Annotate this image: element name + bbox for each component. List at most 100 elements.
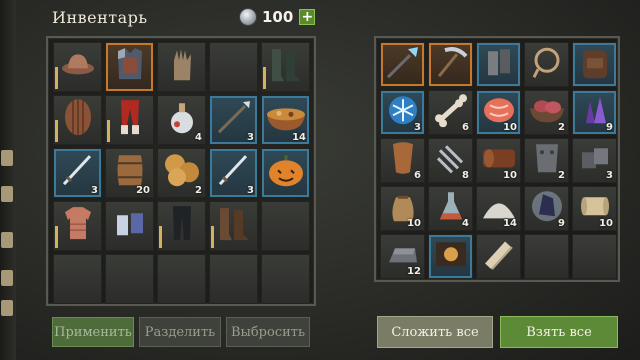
- item-quantity: 2: [558, 122, 565, 133]
- item-slot[interactable]: [524, 42, 569, 87]
- item-quantity: 3: [91, 185, 98, 196]
- item-quantity: 3: [247, 132, 254, 143]
- add-coins-button[interactable]: +: [299, 9, 316, 25]
- item-quantity: 9: [558, 218, 565, 229]
- item-slot[interactable]: 3: [209, 95, 258, 145]
- empty-slot[interactable]: [261, 201, 310, 251]
- item-quantity: 6: [462, 122, 469, 133]
- take-all-button[interactable]: Взять все: [500, 316, 618, 348]
- item-quantity: 4: [462, 218, 469, 229]
- empty-slot[interactable]: [209, 254, 258, 304]
- side-menu-bar: [0, 0, 16, 360]
- item-slot[interactable]: 9: [572, 90, 617, 135]
- item-slot[interactable]: 9: [524, 186, 569, 231]
- wooden-shield-icon: [62, 97, 94, 141]
- menu-tab-icon[interactable]: [1, 270, 13, 286]
- item-slot[interactable]: 8: [428, 138, 473, 183]
- item-slot[interactable]: 6: [428, 90, 473, 135]
- item-quantity: 2: [195, 185, 202, 196]
- item-slot[interactable]: [572, 42, 617, 87]
- item-slot[interactable]: 2: [157, 148, 206, 198]
- pumpkin-icon: [267, 153, 305, 191]
- item-slot[interactable]: 4: [157, 95, 206, 145]
- flask-icon: [436, 189, 466, 227]
- chest-armor-icon: [113, 45, 147, 87]
- item-slot[interactable]: 10: [380, 186, 425, 231]
- item-slot[interactable]: 20: [105, 148, 154, 198]
- empty-slot[interactable]: [157, 254, 206, 304]
- item-slot[interactable]: [157, 42, 206, 92]
- item-slot[interactable]: [53, 201, 102, 251]
- item-quantity: 10: [503, 170, 517, 181]
- boots-icon: [268, 45, 304, 87]
- menu-tab-icon[interactable]: [1, 150, 13, 166]
- item-slot[interactable]: [53, 95, 102, 145]
- item-quantity: 3: [247, 185, 254, 196]
- item-slot[interactable]: 10: [476, 138, 521, 183]
- dark-pants-icon: [166, 203, 198, 247]
- durability-bar: [263, 67, 266, 89]
- item-quantity: 3: [414, 122, 421, 133]
- item-slot[interactable]: [476, 234, 521, 279]
- item-slot[interactable]: 3: [53, 148, 102, 198]
- inventory-grid: 4 3 14 3 20 2 3: [53, 42, 310, 304]
- ice-spear-icon: [384, 43, 422, 85]
- leather-icon: [388, 140, 418, 180]
- item-quantity: 10: [599, 218, 613, 229]
- recipe-book-icon: [433, 238, 469, 274]
- item-slot[interactable]: 2: [524, 138, 569, 183]
- empty-slot[interactable]: [524, 234, 569, 279]
- item-slot[interactable]: 14: [476, 186, 521, 231]
- menu-tab-icon[interactable]: [1, 300, 13, 316]
- helmet-icon: [61, 50, 95, 82]
- item-slot[interactable]: [105, 95, 154, 145]
- backpack-icon: [579, 44, 611, 84]
- item-slot[interactable]: 14: [261, 95, 310, 145]
- item-slot[interactable]: [380, 42, 425, 87]
- item-slot[interactable]: [261, 148, 310, 198]
- item-slot[interactable]: [428, 42, 473, 87]
- item-quantity: 6: [414, 170, 421, 181]
- iron-plate-icon: [532, 140, 562, 180]
- item-quantity: 14: [503, 218, 517, 229]
- split-button[interactable]: Разделить: [139, 317, 221, 347]
- stack-all-button[interactable]: Сложить все: [377, 316, 493, 348]
- item-slot[interactable]: 10: [572, 186, 617, 231]
- item-slot[interactable]: [209, 201, 258, 251]
- leather-boots-icon: [216, 204, 252, 246]
- item-quantity: 9: [606, 122, 613, 133]
- menu-tab-icon[interactable]: [1, 186, 13, 202]
- item-quantity: 12: [407, 266, 421, 277]
- empty-slot[interactable]: [105, 254, 154, 304]
- rope-icon: [530, 45, 564, 83]
- item-quantity: 14: [292, 132, 306, 143]
- item-slot[interactable]: [105, 201, 154, 251]
- red-pants-icon: [114, 97, 146, 141]
- item-slot[interactable]: 10: [476, 90, 521, 135]
- loot-panel: 3 6 10 2 9 6 8 10 2 3 10 4 14 9 10 12: [374, 36, 620, 282]
- item-slot[interactable]: 3: [572, 138, 617, 183]
- item-slot[interactable]: [157, 201, 206, 251]
- menu-tab-icon[interactable]: [1, 232, 13, 248]
- inventory-title: Инвентарь: [52, 8, 148, 27]
- durability-bar: [55, 226, 58, 248]
- item-slot[interactable]: [53, 42, 102, 92]
- bandage-roll-icon: [482, 236, 516, 276]
- empty-slot[interactable]: [53, 254, 102, 304]
- bracers-icon: [482, 45, 516, 83]
- item-slot[interactable]: 4: [428, 186, 473, 231]
- item-slot[interactable]: 3: [209, 148, 258, 198]
- item-slot[interactable]: [428, 234, 473, 279]
- item-slot[interactable]: 12: [380, 234, 425, 279]
- empty-slot[interactable]: [261, 254, 310, 304]
- item-slot[interactable]: [261, 42, 310, 92]
- empty-slot[interactable]: [209, 42, 258, 92]
- item-slot[interactable]: 2: [524, 90, 569, 135]
- item-slot[interactable]: 3: [380, 90, 425, 135]
- empty-slot[interactable]: [572, 234, 617, 279]
- item-slot[interactable]: [105, 42, 154, 92]
- apply-button[interactable]: Применить: [52, 317, 134, 347]
- drop-button[interactable]: Выбросить: [226, 317, 310, 347]
- item-slot[interactable]: 6: [380, 138, 425, 183]
- item-slot[interactable]: [476, 42, 521, 87]
